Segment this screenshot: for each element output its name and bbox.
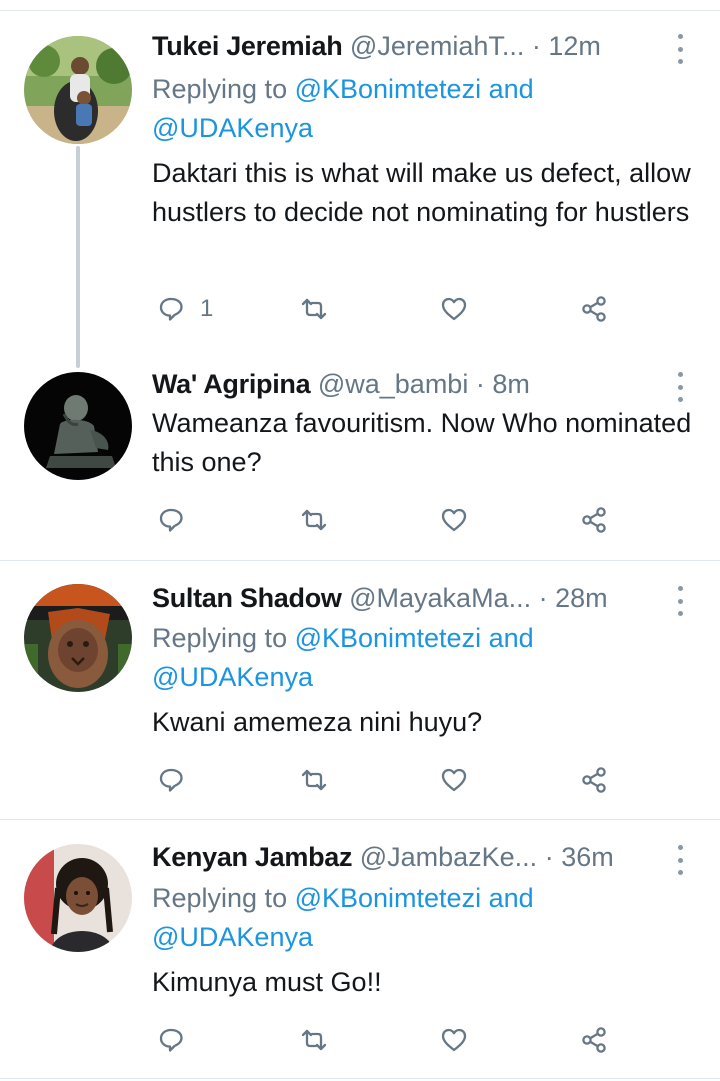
more-options-icon[interactable] [674, 845, 686, 875]
tweet-header: Sultan Shadow @MayakaMa... · 28m [152, 580, 660, 616]
replying-prefix: Replying to [152, 883, 295, 913]
more-options-icon[interactable] [674, 586, 686, 616]
share-button[interactable] [580, 1020, 608, 1060]
tweet-text: Kwani amemeza nini huyu? [152, 707, 483, 737]
reply-icon [159, 1028, 183, 1052]
tweet-divider [0, 1078, 720, 1079]
replying-prefix: Replying to [152, 74, 295, 104]
like-icon [441, 768, 467, 792]
reply-button[interactable]: 1 [158, 289, 213, 329]
user-handle[interactable]: @JeremiahT... [350, 31, 524, 61]
timestamp[interactable]: · 36m [545, 842, 614, 872]
avatar[interactable] [24, 36, 132, 144]
action-bar [152, 1020, 632, 1060]
retweet-button[interactable] [300, 1020, 328, 1060]
replying-to: Replying to @KBonimtetezi and @UDAKenya [152, 70, 534, 148]
reply-button[interactable] [158, 760, 186, 800]
display-name[interactable]: Sultan Shadow [152, 583, 342, 613]
retweet-icon [301, 509, 327, 531]
reply-icon [159, 768, 183, 792]
like-button[interactable] [440, 760, 468, 800]
retweet-icon [301, 769, 327, 791]
avatar[interactable] [24, 372, 132, 480]
like-button[interactable] [440, 500, 468, 540]
tweet-header: Tukei Jeremiah @JeremiahT... · 12m [152, 28, 660, 64]
retweet-button[interactable] [300, 500, 328, 540]
share-button[interactable] [580, 500, 608, 540]
user-handle[interactable]: @wa_bambi [318, 369, 468, 399]
reply-button[interactable] [158, 500, 186, 540]
mention-link[interactable]: @KBonimtetezi [295, 623, 481, 653]
share-button[interactable] [580, 760, 608, 800]
mention-link[interactable]: @UDAKenya [152, 113, 313, 143]
action-bar [152, 760, 632, 800]
retweet-icon [301, 1029, 327, 1051]
avatar-man-with-child-icon [24, 36, 132, 144]
mention-link[interactable]: @UDAKenya [152, 662, 313, 692]
avatar-lion-tattoo-icon [24, 584, 132, 692]
timestamp[interactable]: · 8m [476, 369, 530, 399]
tweet-text: Kimunya must Go!! [152, 967, 382, 997]
display-name[interactable]: Wa' Agripina [152, 369, 311, 399]
share-icon [582, 1027, 606, 1053]
action-bar: 1 [152, 289, 632, 329]
like-button[interactable] [440, 289, 468, 329]
mention-link[interactable]: @KBonimtetezi [295, 883, 481, 913]
avatar[interactable] [24, 844, 132, 952]
retweet-icon [301, 298, 327, 320]
reply-icon [159, 508, 183, 532]
reply-button[interactable] [158, 1020, 186, 1060]
retweet-button[interactable] [300, 760, 328, 800]
user-handle[interactable]: @JambazKe... [360, 842, 537, 872]
timestamp[interactable]: · 12m [532, 31, 601, 61]
like-icon [441, 508, 467, 532]
and-text: and [481, 623, 534, 653]
like-icon [441, 1028, 467, 1052]
action-bar [152, 500, 632, 540]
reply-icon [159, 297, 183, 321]
tweet-header: Kenyan Jambaz @JambazKe... · 36m [152, 839, 660, 875]
display-name[interactable]: Kenyan Jambaz [152, 842, 352, 872]
like-button[interactable] [440, 1020, 468, 1060]
tweet-4[interactable]: Kenyan Jambaz @JambazKe... · 36m Replyin… [0, 820, 720, 1081]
share-icon [582, 296, 606, 322]
tweet-1[interactable]: Tukei Jeremiah @JeremiahT... · 12m Reply… [0, 0, 720, 360]
share-button[interactable] [580, 289, 608, 329]
mention-link[interactable]: @UDAKenya [152, 922, 313, 952]
tweet-header: Wa' Agripina @wa_bambi · 8m [152, 366, 660, 402]
display-name[interactable]: Tukei Jeremiah [152, 31, 343, 61]
avatar[interactable] [24, 584, 132, 692]
reply-count: 1 [200, 295, 214, 322]
tweet-text: Daktari this is what will make us defect… [152, 158, 691, 227]
and-text: and [481, 883, 534, 913]
mention-link[interactable]: @KBonimtetezi [295, 74, 481, 104]
replying-to: Replying to @KBonimtetezi and @UDAKenya [152, 619, 534, 697]
avatar-woman-braids-icon [24, 844, 132, 952]
more-options-icon[interactable] [674, 34, 686, 64]
retweet-button[interactable] [300, 289, 328, 329]
timestamp[interactable]: · 28m [539, 583, 608, 613]
avatar-statue-icon [24, 372, 132, 480]
share-icon [582, 507, 606, 533]
user-handle[interactable]: @MayakaMa... [349, 583, 531, 613]
tweet-2[interactable]: Wa' Agripina @wa_bambi · 8m Wameanza fav… [0, 360, 720, 560]
replying-prefix: Replying to [152, 623, 295, 653]
tweet-text: Wameanza favouritism. Now Who nominated … [152, 408, 692, 477]
like-icon [441, 297, 467, 321]
replying-to: Replying to @KBonimtetezi and @UDAKenya [152, 879, 534, 957]
share-icon [582, 767, 606, 793]
more-options-icon[interactable] [674, 372, 686, 402]
and-text: and [481, 74, 534, 104]
tweet-3[interactable]: Sultan Shadow @MayakaMa... · 28m Replyin… [0, 561, 720, 819]
